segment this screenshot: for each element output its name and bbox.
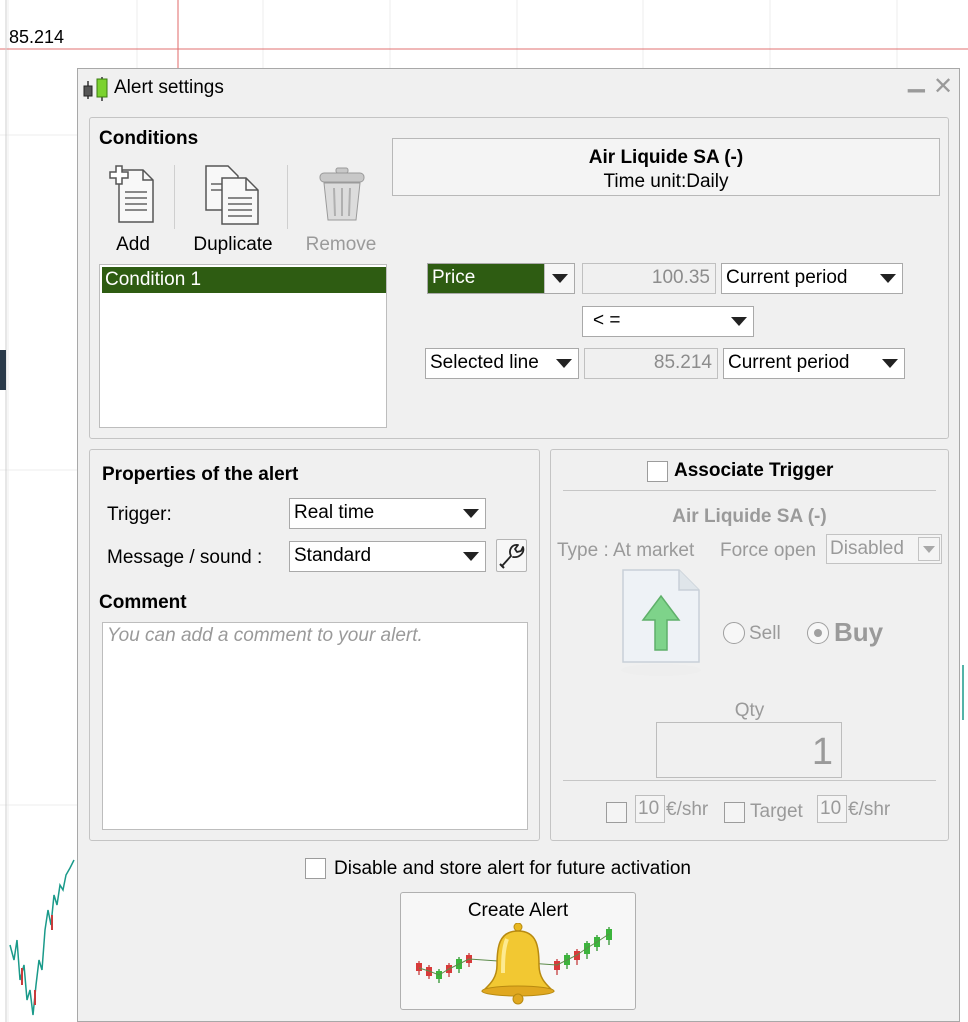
condition-period-value: Current period [726,267,848,288]
conditions-panel: Conditions Add Duplicate Remove Conditio… [89,117,949,439]
alert-app-icon [83,77,108,101]
associate-trigger-checkbox[interactable] [647,461,668,482]
close-button[interactable]: ✕ [933,72,953,101]
chevron-down-icon [731,317,747,326]
comparison-source-value: Selected line [430,352,539,373]
comment-title: Comment [99,592,187,613]
target-value-field[interactable]: 10 [817,795,847,823]
target-unit: €/shr [848,799,891,820]
dialog-titlebar[interactable]: Alert settings ▁ ✕ [78,67,959,107]
remove-label: Remove [305,234,377,255]
conditions-list[interactable]: Condition 1 [99,264,387,428]
bell-icon [416,923,612,1005]
dialog-title: Alert settings [114,77,224,98]
add-icon [109,165,154,223]
force-open-label: Force open [720,540,817,561]
time-unit-value: Daily [686,171,729,192]
associate-trigger-title: Associate Trigger [674,460,834,481]
comparison-period-select[interactable]: Current period [723,348,905,379]
condition-value-field[interactable]: 100.35 [582,263,716,294]
comparison-period-value: Current period [728,352,850,373]
condition-source-select[interactable]: Price [427,263,575,294]
price-axis-label: 85.214 [9,27,65,47]
message-sound-value: Standard [294,545,372,566]
chevron-down-icon [463,552,479,561]
trigger-select[interactable]: Real time [289,498,486,529]
chevron-down-icon [882,359,898,368]
force-open-value: Disabled [830,538,904,559]
qty-label: Qty [734,700,765,721]
chevron-down-icon [463,509,479,518]
wrench-icon [499,544,525,569]
properties-panel: Properties of the alert Trigger: Real ti… [89,449,540,841]
stop-value-field[interactable]: 10 [635,795,665,823]
time-unit-label: Time unit: [603,171,687,192]
divider [563,780,936,781]
properties-title: Properties of the alert [102,464,299,485]
trigger-label: Trigger: [107,504,172,525]
quantity-input[interactable]: 1 [656,722,842,778]
list-item[interactable]: Condition 1 [102,267,386,293]
message-sound-label: Message / sound : [107,547,263,568]
trigger-instrument: Air Liquide SA (-) [672,506,827,527]
operator-select[interactable]: < = [582,306,754,337]
toolbar-separator [287,165,288,229]
chevron-down-icon [918,537,940,561]
duplicate-condition-button[interactable]: Duplicate [184,164,282,259]
minimize-button[interactable]: ▁ [908,67,925,93]
buy-order-icon [621,569,701,676]
instrument-info: Air Liquide SA (-) Time unit:Daily [392,138,940,196]
message-sound-select[interactable]: Standard [289,541,486,572]
buy-radio[interactable] [807,622,829,644]
sell-label: Sell [749,623,781,644]
disable-alert-checkbox[interactable] [305,858,326,879]
alert-settings-dialog: Alert settings ▁ ✕ Conditions Add Duplic… [77,67,960,1022]
condition-period-select[interactable]: Current period [721,263,903,294]
comment-input[interactable]: You can add a comment to your alert. [102,622,528,830]
target-label: Target [750,801,803,822]
sound-settings-button[interactable] [496,539,527,572]
target-checkbox[interactable] [724,802,745,823]
operator-value: < = [593,310,621,331]
buy-label: Buy [834,617,884,647]
trigger-value: Real time [294,502,375,523]
chevron-down-icon [880,274,896,283]
remove-condition-button[interactable]: Remove [295,164,387,259]
comparison-source-select[interactable]: Selected line [425,348,579,379]
chevron-down-icon [552,274,568,283]
force-open-select[interactable]: Disabled [826,534,942,564]
toolbar-separator [174,165,175,229]
trigger-panel: Associate Trigger Air Liquide SA (-) Typ… [550,449,949,841]
duplicate-label: Duplicate [193,234,273,255]
add-label: Add [116,234,150,255]
trash-icon [319,167,365,221]
conditions-title: Conditions [99,128,199,149]
dropdown-box [544,264,574,293]
create-alert-button[interactable]: Create Alert [400,892,636,1010]
instrument-name: Air Liquide SA (-) [588,147,744,168]
chevron-down-icon [556,359,572,368]
add-condition-button[interactable]: Add [95,164,171,259]
condition-source-value: Price [432,267,476,288]
comparison-value-field[interactable]: 85.214 [584,348,718,379]
stop-unit: €/shr [666,799,709,820]
divider [563,490,936,491]
stop-checkbox[interactable] [606,802,627,823]
order-type-label: Type : At market [557,540,695,561]
create-alert-label: Create Alert [467,900,569,921]
duplicate-icon [205,165,259,225]
time-unit: Time unit:Daily [393,171,939,193]
disable-alert-label: Disable and store alert for future activ… [334,858,691,879]
sell-radio[interactable] [723,622,745,644]
